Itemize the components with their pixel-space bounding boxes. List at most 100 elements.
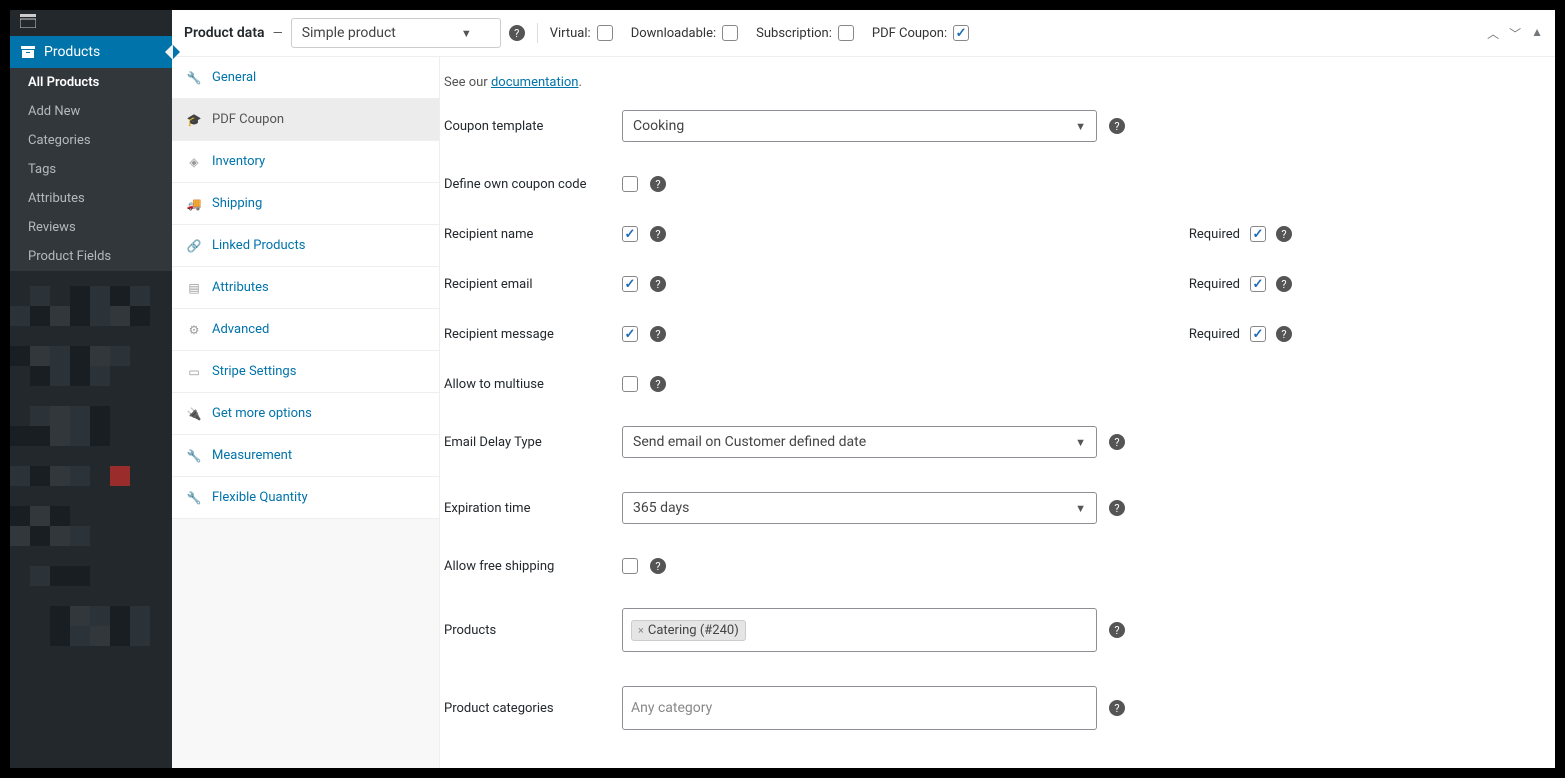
recipient-email-checkbox[interactable] xyxy=(622,276,638,292)
remove-tag-icon[interactable]: × xyxy=(638,624,644,637)
archive-icon xyxy=(20,44,36,60)
required-label: Required xyxy=(1189,227,1240,242)
pdf-coupon-checkbox[interactable] xyxy=(953,25,969,41)
tab-pdf-coupon[interactable]: 🎓PDF Coupon xyxy=(172,99,439,141)
separator xyxy=(537,23,538,43)
product-type-select[interactable]: Simple product ▼ xyxy=(291,18,501,48)
chevron-down-icon: ▼ xyxy=(1075,502,1086,515)
email-delay-select[interactable]: Send email on Customer defined date ▼ xyxy=(622,426,1097,458)
product-data-header: Product data — Simple product ▼ ? Virtua… xyxy=(172,10,1555,57)
help-icon[interactable]: ? xyxy=(1109,500,1125,516)
coupon-template-select[interactable]: Cooking ▼ xyxy=(622,110,1097,142)
help-icon[interactable]: ? xyxy=(1276,326,1292,342)
recipient-name-checkbox[interactable] xyxy=(622,226,638,242)
free-shipping-checkbox[interactable] xyxy=(622,558,638,574)
recipient-message-checkbox[interactable] xyxy=(622,326,638,342)
wrench-icon: 🔧 xyxy=(186,449,202,463)
chevron-down-icon: ▼ xyxy=(1075,120,1086,133)
menu-products[interactable]: Products xyxy=(10,36,172,68)
products-input[interactable]: × Catering (#240) xyxy=(622,608,1097,652)
dashboard-icon[interactable] xyxy=(10,10,172,36)
pdf-coupon-option[interactable]: PDF Coupon: xyxy=(872,25,969,41)
products-label: Products xyxy=(444,623,622,638)
recipient-message-label: Recipient message xyxy=(444,327,622,342)
tab-inventory[interactable]: ◈Inventory xyxy=(172,141,439,183)
help-icon[interactable]: ? xyxy=(650,376,666,392)
submenu-add-new[interactable]: Add New xyxy=(10,97,172,126)
help-icon[interactable]: ? xyxy=(1276,276,1292,292)
card-icon: ▭ xyxy=(186,365,202,379)
chevron-down-icon: ▼ xyxy=(1075,436,1086,449)
recipient-message-required-checkbox[interactable] xyxy=(1250,326,1266,342)
help-icon[interactable]: ? xyxy=(1109,622,1125,638)
panel-title: Product data xyxy=(184,25,265,41)
allow-multiuse-checkbox[interactable] xyxy=(622,376,638,392)
help-icon[interactable]: ? xyxy=(650,226,666,242)
link-icon: 🔗 xyxy=(186,239,202,253)
define-own-code-checkbox[interactable] xyxy=(622,176,638,192)
recipient-name-required-checkbox[interactable] xyxy=(1250,226,1266,242)
virtual-checkbox[interactable] xyxy=(597,25,613,41)
clipboard-icon: ◈ xyxy=(186,155,202,169)
tab-general[interactable]: 🔧General xyxy=(172,57,439,99)
chevron-down-icon: ▼ xyxy=(461,27,472,40)
wrench-icon: 🔧 xyxy=(186,491,202,505)
certificate-icon: 🎓 xyxy=(186,113,202,127)
documentation-link[interactable]: documentation xyxy=(491,75,579,90)
help-icon[interactable]: ? xyxy=(1276,226,1292,242)
help-icon[interactable]: ? xyxy=(1109,434,1125,450)
recipient-name-label: Recipient name xyxy=(444,227,622,242)
menu-products-label: Products xyxy=(44,44,100,60)
submenu-reviews[interactable]: Reviews xyxy=(10,213,172,242)
categories-placeholder: Any category xyxy=(631,700,712,716)
main-panel: Product data — Simple product ▼ ? Virtua… xyxy=(172,10,1555,768)
product-type-value: Simple product xyxy=(302,25,396,41)
submenu-product-fields[interactable]: Product Fields xyxy=(10,242,172,271)
recipient-email-label: Recipient email xyxy=(444,277,622,292)
panel-toggle-icon[interactable]: ▲ xyxy=(1531,25,1543,42)
tab-attributes[interactable]: ▤Attributes xyxy=(172,267,439,309)
tab-flexible-quantity[interactable]: 🔧Flexible Quantity xyxy=(172,477,439,519)
subscription-option[interactable]: Subscription: xyxy=(756,25,854,41)
expiration-select[interactable]: 365 days ▼ xyxy=(622,492,1097,524)
wrench-icon: 🔧 xyxy=(186,71,202,85)
tab-advanced[interactable]: ⚙Advanced xyxy=(172,309,439,351)
product-categories-label: Product categories xyxy=(444,701,622,716)
define-own-code-label: Define own coupon code xyxy=(444,177,622,192)
panel-down-icon[interactable]: ﹀ xyxy=(1509,25,1521,42)
tab-linked-products[interactable]: 🔗Linked Products xyxy=(172,225,439,267)
free-shipping-label: Allow free shipping xyxy=(444,559,622,574)
panel-up-icon[interactable]: ︿ xyxy=(1487,25,1499,42)
required-label: Required xyxy=(1189,277,1240,292)
help-icon[interactable]: ? xyxy=(650,558,666,574)
downloadable-checkbox[interactable] xyxy=(722,25,738,41)
subscription-checkbox[interactable] xyxy=(838,25,854,41)
help-icon[interactable]: ? xyxy=(650,276,666,292)
virtual-option[interactable]: Virtual: xyxy=(550,25,613,41)
help-icon[interactable]: ? xyxy=(1109,118,1125,134)
pdf-coupon-form: See our documentation. Coupon template C… xyxy=(440,57,1555,768)
tab-get-more-options[interactable]: 🔌Get more options xyxy=(172,393,439,435)
submenu-all-products[interactable]: All Products xyxy=(10,68,172,97)
help-icon[interactable]: ? xyxy=(1109,700,1125,716)
tab-stripe-settings[interactable]: ▭Stripe Settings xyxy=(172,351,439,393)
sidebar-decoration xyxy=(10,271,172,666)
help-icon[interactable]: ? xyxy=(509,25,525,41)
admin-sidebar: Products All Products Add New Categories… xyxy=(10,10,172,768)
products-submenu: All Products Add New Categories Tags Att… xyxy=(10,68,172,271)
help-icon[interactable]: ? xyxy=(650,326,666,342)
submenu-categories[interactable]: Categories xyxy=(10,126,172,155)
downloadable-option[interactable]: Downloadable: xyxy=(631,25,738,41)
product-categories-input[interactable]: Any category xyxy=(622,686,1097,730)
coupon-template-label: Coupon template xyxy=(444,119,622,134)
tab-measurement[interactable]: 🔧Measurement xyxy=(172,435,439,477)
product-data-tabs: 🔧General 🎓PDF Coupon ◈Inventory 🚚Shippin… xyxy=(172,57,440,768)
help-icon[interactable]: ? xyxy=(650,176,666,192)
plug-icon: 🔌 xyxy=(186,407,202,421)
recipient-email-required-checkbox[interactable] xyxy=(1250,276,1266,292)
submenu-tags[interactable]: Tags xyxy=(10,155,172,184)
required-label: Required xyxy=(1189,327,1240,342)
tab-shipping[interactable]: 🚚Shipping xyxy=(172,183,439,225)
submenu-attributes[interactable]: Attributes xyxy=(10,184,172,213)
product-tag: × Catering (#240) xyxy=(631,620,746,641)
